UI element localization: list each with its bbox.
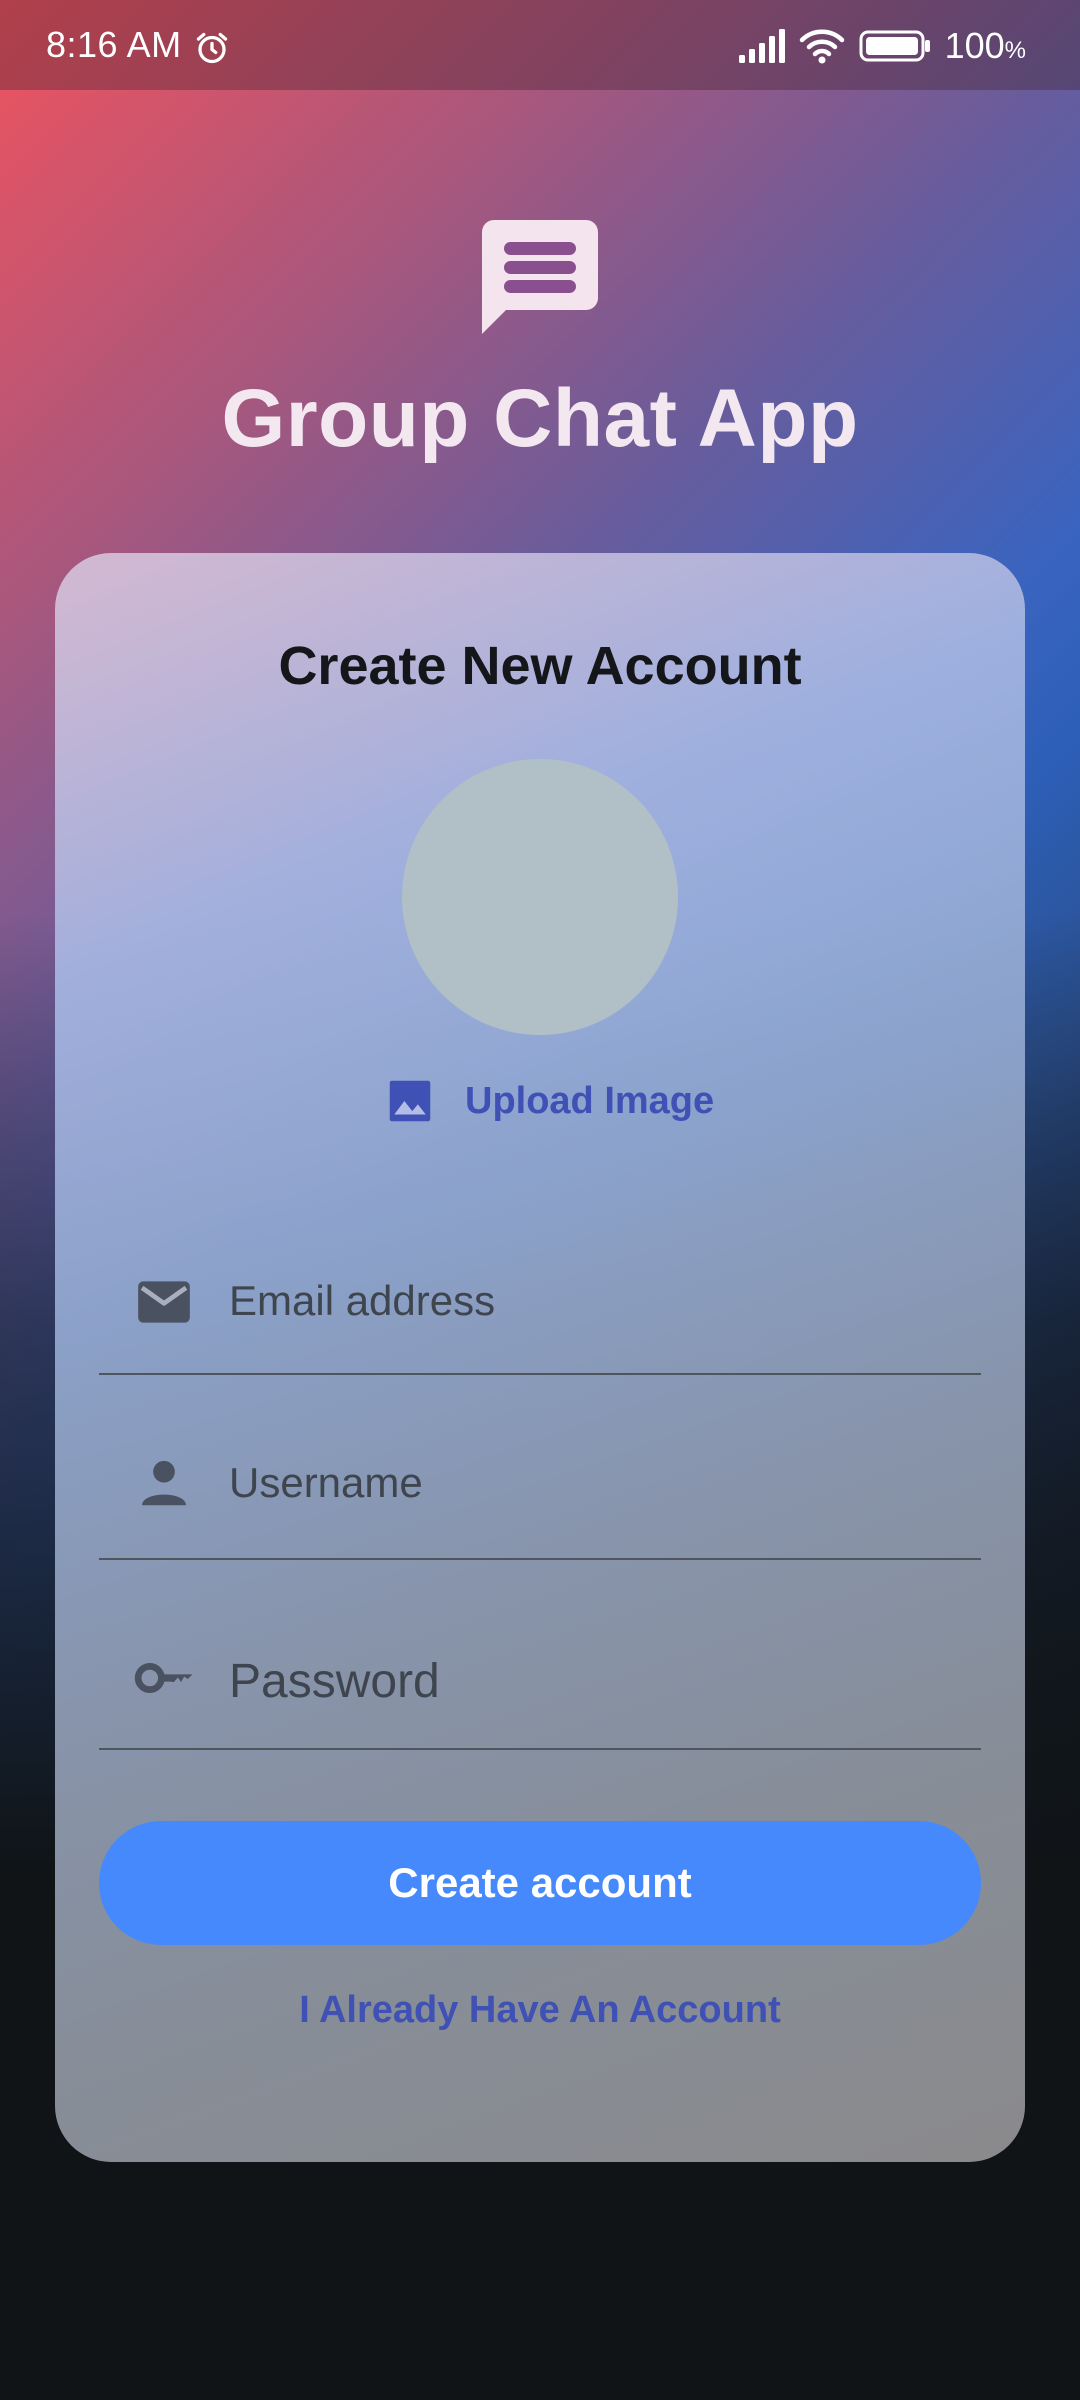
username-input[interactable]: [229, 1451, 959, 1515]
upload-image-label: Upload Image: [465, 1079, 715, 1122]
key-icon: [134, 1663, 193, 1693]
signup-screen: 8:16 AM 100% Group Chat App Create New A…: [0, 0, 1080, 2400]
signal-icon: [738, 29, 785, 63]
create-account-button[interactable]: Create account: [99, 1821, 981, 1945]
status-bar: 8:16 AM 100%: [0, 0, 1080, 90]
battery-icon: [859, 30, 930, 62]
status-time: 8:16 AM: [46, 24, 182, 65]
username-field[interactable]: [99, 1403, 981, 1560]
email-icon: [138, 1281, 190, 1323]
battery-percentage: 100%: [944, 25, 1026, 66]
email-input[interactable]: [229, 1269, 959, 1333]
alarm-icon: [196, 32, 228, 64]
email-field[interactable]: [99, 1223, 981, 1375]
image-icon: [389, 1080, 431, 1122]
wifi-icon: [799, 29, 844, 64]
chat-bubble-icon: [482, 220, 598, 334]
password-field[interactable]: [99, 1593, 981, 1750]
avatar-placeholder[interactable]: [402, 759, 678, 1035]
signup-card: Create New Account Upload Image Email ad…: [55, 553, 1025, 2162]
person-icon: [142, 1460, 186, 1506]
status-indicators: 100%: [737, 24, 1026, 68]
upload-image-button[interactable]: Upload Image: [383, 1071, 714, 1131]
card-title: Create New Account: [278, 636, 802, 696]
password-input[interactable]: [229, 1649, 959, 1713]
app-title: Group Chat App: [221, 373, 859, 464]
already-have-account-link[interactable]: I Already Have An Account: [55, 1989, 1025, 2032]
